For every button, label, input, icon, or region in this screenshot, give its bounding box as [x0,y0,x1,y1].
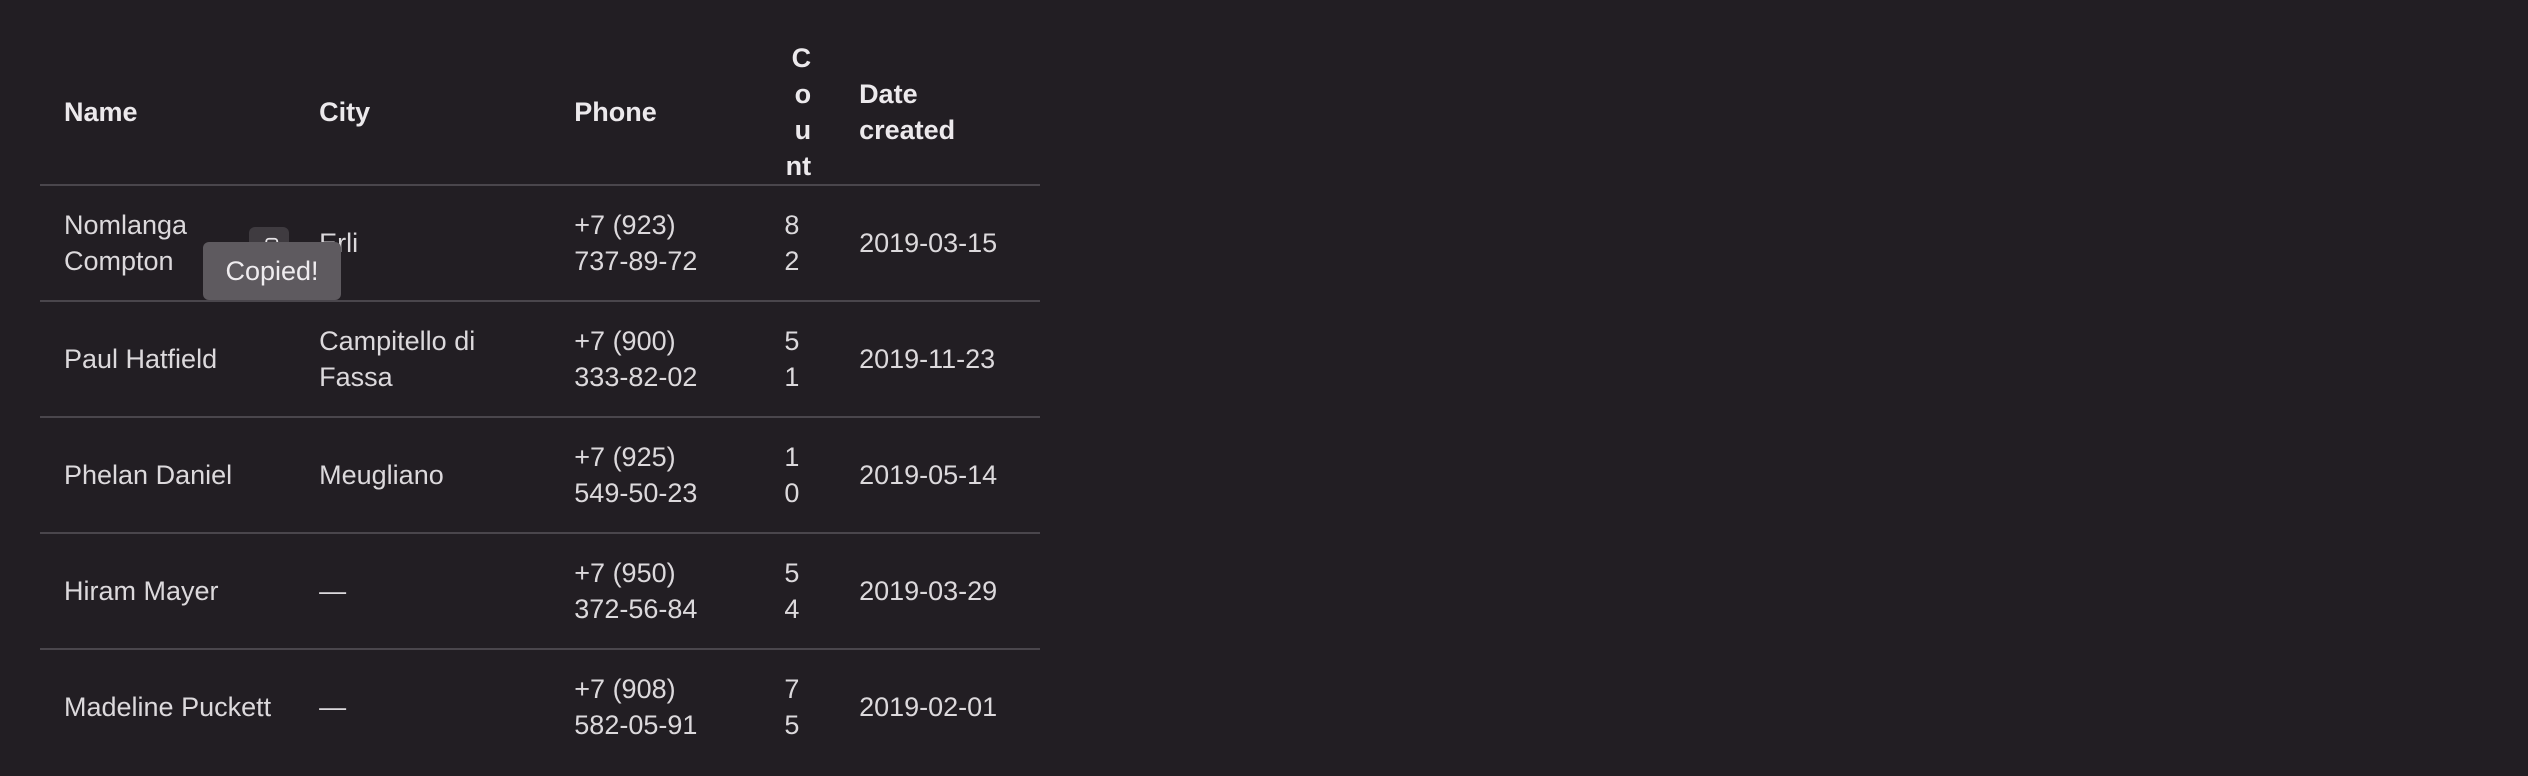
date-cell: 2019-03-29 [835,533,1040,650]
phone-cell: +7 (908) 582-05-91 [574,674,698,740]
table-row: Paul Hatfield Campitello di Fassa +7 (90… [40,301,1040,418]
data-table: Name City Phone Count Date created Nomla… [40,40,1040,764]
count-cell: 51 [760,301,836,418]
table-row: Phelan Daniel Meugliano +7 (925) 549-50-… [40,417,1040,534]
column-header-name[interactable]: Name [40,40,296,186]
count-cell: 54 [760,533,836,650]
name-text: Nomlanga Compton [64,210,188,276]
date-cell: 2019-02-01 [859,692,998,722]
city-cell: — [295,533,551,650]
column-header-city[interactable]: City [295,40,551,186]
date-cell: 2019-03-15 [835,185,1040,302]
copied-tooltip: Copied! [203,242,341,300]
column-header-date-created[interactable]: Date created [835,40,1040,186]
table-header-row: Name City Phone Count Date created [40,40,1040,186]
city-cell: — [319,692,347,722]
phone-cell: +7 (900) 333-82-02 [550,301,761,418]
phone-cell: +7 (950) 372-56-84 [550,533,761,650]
city-cell: Campitello di Fassa [295,301,551,418]
city-cell: Meugliano [295,417,551,534]
column-header-phone[interactable]: Phone [550,40,761,186]
count-cell: 75 [784,674,800,740]
name-cell: Madeline Puckett [64,692,272,722]
table-row: Hiram Mayer — +7 (950) 372-56-84 54 2019… [40,533,1040,650]
name-cell: Paul Hatfield [40,301,296,418]
date-cell: 2019-11-23 [835,301,1040,418]
data-table-container: Name City Phone Count Date created Nomla… [40,40,1040,764]
count-cell: 10 [760,417,836,534]
name-cell: Hiram Mayer [40,533,296,650]
phone-cell: +7 (923) 737-89-72 [550,185,761,302]
name-cell: Phelan Daniel [40,417,296,534]
column-header-count[interactable]: Count [760,40,836,186]
count-cell: 82 [760,185,836,302]
date-cell: 2019-05-14 [835,417,1040,534]
table-row: Madeline Puckett — +7 (908) 582-05-91 75… [40,649,1040,764]
phone-cell: +7 (925) 549-50-23 [550,417,761,534]
table-row: Nomlanga Compton Erli +7 (923) 737-89-72… [40,185,1040,302]
